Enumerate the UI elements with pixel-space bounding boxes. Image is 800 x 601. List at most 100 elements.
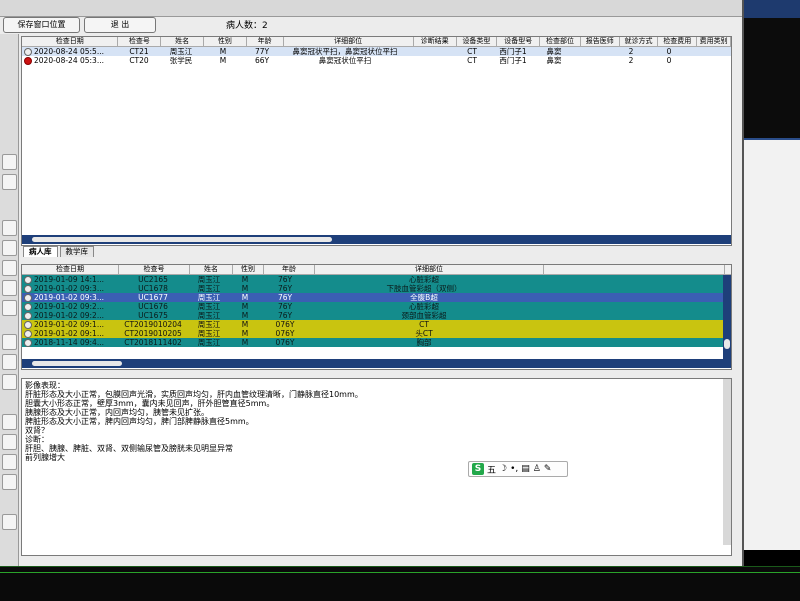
col-header[interactable]: 姓名 [190,265,233,274]
cell-visit: 2 [628,56,634,65]
status-normal-icon [24,339,32,347]
col-header[interactable]: 姓名 [161,37,204,46]
horizontal-scrollbar[interactable] [22,359,731,368]
report-line: 肝脏形态及大小正常，包膜回声光滑，实质回声均匀，肝内血管纹理清晰，门静脉直径10… [25,390,363,399]
cell-id: CT21 [129,47,149,56]
cell-date: 2019-01-02 09:3... [34,293,104,302]
cell-date: 2019-01-09 14:1... [34,275,104,284]
col-header[interactable]: 设备类型 [457,37,498,46]
tab-teaching-library[interactable]: 教学库 [59,246,94,257]
history-rows: 2019-01-09 14:1... UC2165 周玉江 M 76Y 心脏彩超 2019-… [22,275,731,347]
background-window-titlebar [742,0,800,18]
report-line: 肝胆、胰腺、脾脏、双肾、双侧输尿管及膀胱未见明显异常 [25,444,233,453]
user-icon[interactable]: ♙ [533,464,541,474]
side-button-8[interactable] [2,334,17,350]
side-button-2[interactable] [2,174,17,190]
table-row[interactable]: 2018-11-14 09:4... CT2018111402 周玉江 M 076Y 胸部 [22,338,731,347]
col-header[interactable]: 就诊方式 [620,37,659,46]
cell-age: 76Y [277,293,293,302]
cell-sex: M [219,47,227,56]
col-header[interactable]: 年龄 [247,37,284,46]
scrollbar-thumb[interactable] [32,361,122,366]
side-button-9[interactable] [2,354,17,370]
wrench-icon[interactable]: ✎ [544,464,552,474]
cell-sex: M [241,329,249,338]
cell-age: 66Y [254,56,270,65]
cell-result [410,56,452,65]
col-header[interactable]: 检查日期 [22,37,119,46]
table-row[interactable]: 2019-01-09 14:1... UC2165 周玉江 M 76Y 心脏彩超 [22,275,731,284]
cell-device: CT [467,56,477,65]
cell-name: 周玉江 [169,47,193,56]
col-header[interactable]: 设备型号 [497,37,541,46]
exit-button[interactable]: 退 出 [84,17,156,33]
cell-date: 2019-01-02 09:2... [34,311,104,320]
cell-age: 076Y [275,329,295,338]
table-row[interactable]: 2019-01-02 09:1... CT2019010204 周玉江 M 076Y CT [22,320,731,329]
cell-age: 76Y [277,311,293,320]
tab-patient-library[interactable]: 病人库 [23,246,58,257]
col-header[interactable]: 检查日期 [22,265,119,274]
table-row[interactable]: 2019-01-02 09:1... CT2019010205 周玉江 M 076Y 头C… [22,329,731,338]
side-button-10[interactable] [2,374,17,390]
table-row[interactable]: 2019-01-02 09:2... UC1675 周玉江 M 76Y 颈部血管彩超 [22,311,731,320]
table-header: 检查日期 检查号 姓名 性别 年龄 详细部位 诊断结果 设备类型 设备型号 检查… [22,37,732,47]
side-button-12[interactable] [2,434,17,450]
side-button-5[interactable] [2,260,17,276]
table-row[interactable]: 2019-01-02 09:3... UC1677 周玉江 M 76Y 全腹B超 [22,293,731,302]
cell-date: 2020-08-24 05:5... [34,47,104,56]
cell-detail: 全腹B超 [410,293,438,302]
current-exams-table: 检查日期 检查号 姓名 性别 年龄 详细部位 诊断结果 设备类型 设备型号 检查… [21,36,732,246]
col-header[interactable]: 检查费用 [658,37,698,46]
side-button-4[interactable] [2,240,17,256]
side-button-1[interactable] [2,154,17,170]
cell-fee: 0 [666,47,672,56]
main-window: 保存窗口位置 退 出 病人数：2 检查日期 检查号 姓名 性别 年龄 详细部位 … [0,0,744,566]
col-header[interactable]: 报告医师 [581,37,620,46]
moon-icon[interactable]: ☽ [499,464,507,474]
col-header[interactable]: 费用类别 [697,37,732,46]
divider-line [0,572,800,573]
col-header[interactable]: 检查号 [119,265,190,274]
col-header[interactable]: 检查号 [118,37,162,46]
keyboard-icon[interactable]: ▤ [521,464,530,474]
col-header[interactable]: 年龄 [264,265,315,274]
side-button-3[interactable] [2,220,17,236]
cell-date: 2019-01-02 09:2... [34,302,104,311]
vertical-scrollbar[interactable] [723,379,731,545]
side-button-15[interactable] [2,514,17,530]
ime-toolbar[interactable]: S 五 ☽ •, ▤ ♙ ✎ [468,461,568,477]
report-textarea[interactable]: 影像表现： 肝脏形态及大小正常，包膜回声光滑，实质回声均匀，肝内血管纹理清晰，门静… [21,378,732,556]
cell-model: 西门子1 [499,47,527,56]
side-button-7[interactable] [2,300,17,316]
vertical-scrollbar[interactable] [723,275,731,359]
horizontal-scrollbar[interactable] [22,235,731,244]
ime-mode[interactable]: 五 [487,463,496,476]
table-row[interactable]: 2020-08-24 05:3... CT20 张学民 M 66Y 鼻窦冠状位平… [22,56,731,65]
side-button-14[interactable] [2,474,17,490]
table-row[interactable]: 2019-01-02 09:2... UC1676 周玉江 M 76Y 心脏彩超 [22,302,731,311]
punctuation-icon[interactable]: •, [510,464,518,474]
col-header[interactable]: 性别 [204,37,247,46]
col-header[interactable]: 详细部位 [284,37,414,46]
cell-sex: M [241,284,249,293]
cell-id: UC1676 [138,302,168,311]
cell-sex: M [241,320,249,329]
side-button-11[interactable] [2,414,17,430]
window-topbar [0,0,742,17]
cell-age: 77Y [254,47,270,56]
col-header[interactable]: 诊断结果 [414,37,457,46]
save-window-position-button[interactable]: 保存窗口位置 [3,17,80,33]
col-header[interactable]: 详细部位 [315,265,544,274]
cell-date: 2019-01-02 09:1... [34,329,104,338]
cell-sex: M [219,56,227,65]
scrollbar-thumb[interactable] [724,339,730,349]
col-header[interactable]: 检查部位 [540,37,581,46]
side-button-13[interactable] [2,454,17,470]
report-line: 脾脏形态及大小正常，脾内回声均匀，脾门部脾静脉直径5mm。 [25,417,254,426]
col-header[interactable]: 性别 [233,265,264,274]
table-row[interactable]: 2019-01-02 09:3... UC1678 周玉江 M 76Y 下肢血管彩超（双侧… [22,284,731,293]
side-button-6[interactable] [2,280,17,296]
table-row[interactable]: 2020-08-24 05:5... CT21 周玉江 M 77Y 鼻窦冠状平扫… [22,47,731,56]
scrollbar-thumb[interactable] [32,237,332,242]
